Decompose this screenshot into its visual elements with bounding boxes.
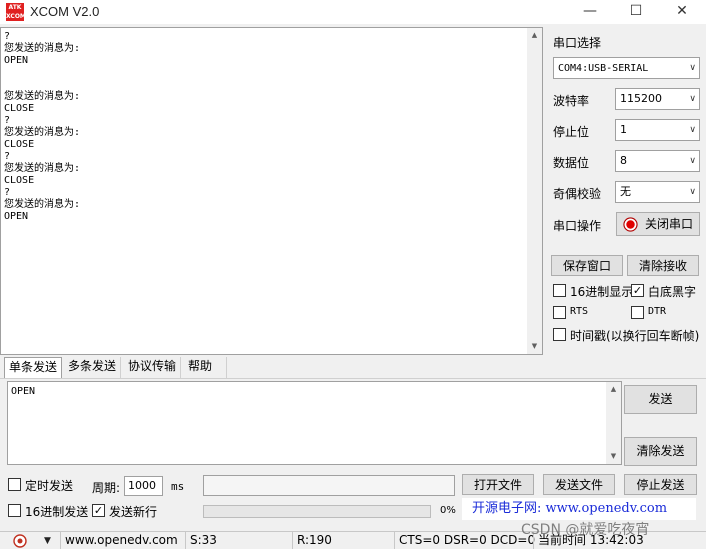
rts-label: RTS xyxy=(570,306,589,317)
period-unit: ms xyxy=(171,480,185,493)
open-file-button[interactable]: 打开文件 xyxy=(462,474,534,495)
timed-send-checkbox[interactable] xyxy=(8,478,21,491)
send-progress-bar xyxy=(203,505,431,518)
rts-checkbox[interactable] xyxy=(553,306,566,319)
send-textarea[interactable]: OPEN ▲ ▼ xyxy=(7,381,622,465)
receive-text: ? 您发送的消息为: OPEN 您发送的消息为: CLOSE ? 您发送的消息为… xyxy=(4,31,81,222)
close-icon[interactable]: ✕ xyxy=(659,0,705,24)
parity-value: 无 xyxy=(620,185,631,198)
scroll-up-icon[interactable]: ▲ xyxy=(606,382,621,397)
tab-help[interactable]: 帮助 xyxy=(184,357,227,378)
stopbit-select[interactable]: 1 ∨ xyxy=(615,119,700,141)
scroll-down-icon[interactable]: ▼ xyxy=(527,339,542,354)
chevron-down-icon: ∨ xyxy=(689,63,696,73)
stop-send-button[interactable]: 停止发送 xyxy=(624,474,697,495)
scroll-up-icon[interactable]: ▲ xyxy=(527,28,542,43)
period-input[interactable]: 1000 xyxy=(124,476,163,496)
newline-checkbox[interactable]: ✓ xyxy=(92,504,105,517)
white-bg-label: 白底黑字 xyxy=(648,285,697,299)
tab-single-send[interactable]: 单条发送 xyxy=(4,357,63,378)
send-file-button[interactable]: 发送文件 xyxy=(543,474,615,495)
clear-send-button[interactable]: 清除发送 xyxy=(624,437,697,466)
send-button[interactable]: 发送 xyxy=(624,385,697,414)
send-scrollbar[interactable]: ▲ ▼ xyxy=(606,382,621,464)
databit-label: 数据位 xyxy=(553,156,590,170)
status-received-count: R:190 xyxy=(292,532,393,549)
tab-multi-send[interactable]: 多条发送 xyxy=(64,357,122,378)
timed-send-label: 定时发送 xyxy=(25,479,74,493)
receive-scrollbar[interactable]: ▲ ▼ xyxy=(527,28,542,354)
dtr-label: DTR xyxy=(648,306,667,317)
title-bar: ATK XCOM XCOM V2.0 — ☐ ✕ xyxy=(0,0,706,24)
chevron-down-icon: ∨ xyxy=(689,156,696,166)
chevron-down-icon: ∨ xyxy=(689,187,696,197)
white-bg-checkbox[interactable]: ✓ xyxy=(631,284,644,297)
send-progress-text: 0% xyxy=(440,505,456,516)
timestamp-label: 时间戳(以换行回车断帧) xyxy=(570,329,700,343)
hex-display-checkbox[interactable] xyxy=(553,284,566,297)
baud-select[interactable]: 115200 ∨ xyxy=(615,88,700,110)
settings-gear-icon[interactable] xyxy=(13,534,27,548)
tab-divider xyxy=(0,378,706,379)
scroll-down-icon[interactable]: ▼ xyxy=(606,449,621,464)
file-path-input[interactable] xyxy=(203,475,455,496)
close-port-button[interactable]: 关闭串口 xyxy=(616,212,700,236)
port-op-label: 串口操作 xyxy=(553,219,602,233)
period-label: 周期: xyxy=(92,481,121,495)
hex-send-label: 16进制发送 xyxy=(25,505,89,519)
port-status-led-icon xyxy=(623,217,638,232)
port-select-label: 串口选择 xyxy=(553,36,602,50)
hex-display-label: 16进制显示 xyxy=(570,285,634,299)
watermark-text: CSDN @就爱吃夜宵 xyxy=(521,522,650,538)
port-select-value: COM4:USB-SERIAL xyxy=(558,63,649,74)
chevron-down-icon: ∨ xyxy=(689,94,696,104)
newline-label: 发送新行 xyxy=(109,505,158,519)
chevron-down-icon: ∨ xyxy=(689,125,696,135)
save-window-button[interactable]: 保存窗口 xyxy=(551,255,623,276)
parity-select[interactable]: 无 ∨ xyxy=(615,181,700,203)
clear-receive-button[interactable]: 清除接收 xyxy=(627,255,699,276)
status-sent-count: S:33 xyxy=(185,532,291,549)
parity-label: 奇偶校验 xyxy=(553,187,602,201)
app-logo-icon: ATK XCOM xyxy=(6,3,26,21)
stopbit-label: 停止位 xyxy=(553,125,590,139)
maximize-icon[interactable]: ☐ xyxy=(613,0,659,24)
hex-send-checkbox[interactable] xyxy=(8,504,21,517)
databit-value: 8 xyxy=(620,154,627,167)
dropdown-arrow-icon[interactable]: ▼ xyxy=(44,536,51,546)
status-lines: CTS=0 DSR=0 DCD=0 xyxy=(394,532,535,549)
tab-protocol[interactable]: 协议传输 xyxy=(124,357,182,378)
promo-link[interactable]: 开源电子网: www.openedv.com xyxy=(462,498,696,520)
baud-value: 115200 xyxy=(620,92,662,105)
baud-label: 波特率 xyxy=(553,94,590,108)
status-website[interactable]: www.openedv.com xyxy=(60,532,184,549)
send-text: OPEN xyxy=(11,386,36,397)
stopbit-value: 1 xyxy=(620,123,627,136)
dtr-checkbox[interactable] xyxy=(631,306,644,319)
minimize-icon[interactable]: — xyxy=(567,0,613,24)
port-select[interactable]: COM4:USB-SERIAL ∨ xyxy=(553,57,700,79)
window-title: XCOM V2.0 xyxy=(30,4,100,19)
close-port-label: 关闭串口 xyxy=(645,217,694,231)
timestamp-checkbox[interactable] xyxy=(553,328,566,341)
databit-select[interactable]: 8 ∨ xyxy=(615,150,700,172)
receive-textarea[interactable]: ? 您发送的消息为: OPEN 您发送的消息为: CLOSE ? 您发送的消息为… xyxy=(0,27,543,355)
